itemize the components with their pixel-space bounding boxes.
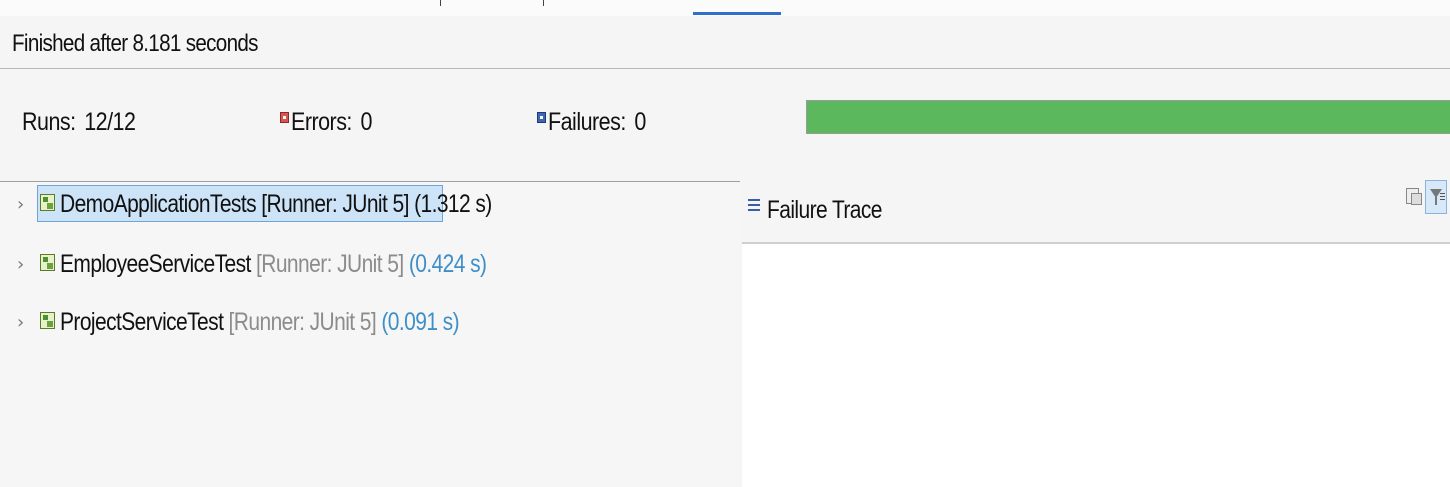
view-tab-strip (0, 0, 1450, 16)
test-progress-bar (806, 100, 1450, 134)
active-tab-indicator[interactable] (693, 12, 781, 15)
chevron-right-icon[interactable]: › (17, 312, 24, 333)
test-class-name: ProjectServiceTest (60, 308, 224, 336)
tree-item-label: ProjectServiceTest [Runner: JUnit 5] (0.… (60, 308, 460, 337)
test-runner: [Runner: JUnit 5] (250, 250, 409, 278)
filter-trace-icon[interactable] (1425, 180, 1447, 214)
test-class-name: EmployeeServiceTest (60, 250, 251, 278)
error-icon (280, 112, 289, 123)
tab-divider (440, 0, 441, 6)
tree-item-label: DemoApplicationTests [Runner: JUnit 5] (… (60, 190, 492, 219)
failures-counter: Failures: 0 (548, 108, 646, 137)
test-duration: (0.091 s) (381, 308, 459, 336)
compare-results-icon[interactable] (1404, 182, 1424, 212)
tab-divider (543, 0, 544, 6)
stack-trace-icon (748, 199, 760, 211)
test-suite-icon (40, 194, 55, 211)
run-status-text: Finished after 8.181 seconds (12, 30, 258, 57)
tree-item[interactable]: › EmployeeServiceTest [Runner: JUnit 5] (… (0, 242, 740, 286)
test-results-tree: › DemoApplicationTests [Runner: JUnit 5] … (0, 182, 740, 487)
test-duration: (1.312 s) (414, 190, 492, 218)
failures-value: 0 (634, 108, 646, 136)
failure-icon (537, 112, 546, 123)
divider (0, 68, 1450, 69)
test-duration: (0.424 s) (408, 250, 487, 278)
chevron-right-icon[interactable]: › (17, 254, 24, 275)
failures-label: Failures: (548, 108, 626, 136)
errors-label: Errors: (291, 108, 352, 136)
errors-value: 0 (360, 108, 372, 136)
test-runner: [Runner: JUnit 5] (223, 308, 382, 336)
test-suite-icon (40, 254, 55, 271)
tree-item-label: EmployeeServiceTest [Runner: JUnit 5] (0… (60, 250, 487, 279)
runs-label: Runs: (22, 108, 76, 136)
runs-value: 12/12 (84, 108, 136, 136)
test-class-name: DemoApplicationTests (60, 190, 257, 218)
failure-trace-title: Failure Trace (767, 196, 882, 224)
test-runner: [Runner: JUnit 5] (256, 190, 415, 218)
test-suite-icon (40, 312, 55, 329)
chevron-right-icon[interactable]: › (17, 194, 24, 215)
runs-counter: Runs: 12/12 (22, 108, 136, 137)
progress-fill (807, 101, 1450, 133)
tree-item[interactable]: › ProjectServiceTest [Runner: JUnit 5] (0… (0, 300, 740, 344)
errors-counter: Errors: 0 (291, 108, 372, 137)
tree-item[interactable]: › DemoApplicationTests [Runner: JUnit 5] … (0, 182, 740, 226)
divider (742, 242, 1450, 244)
